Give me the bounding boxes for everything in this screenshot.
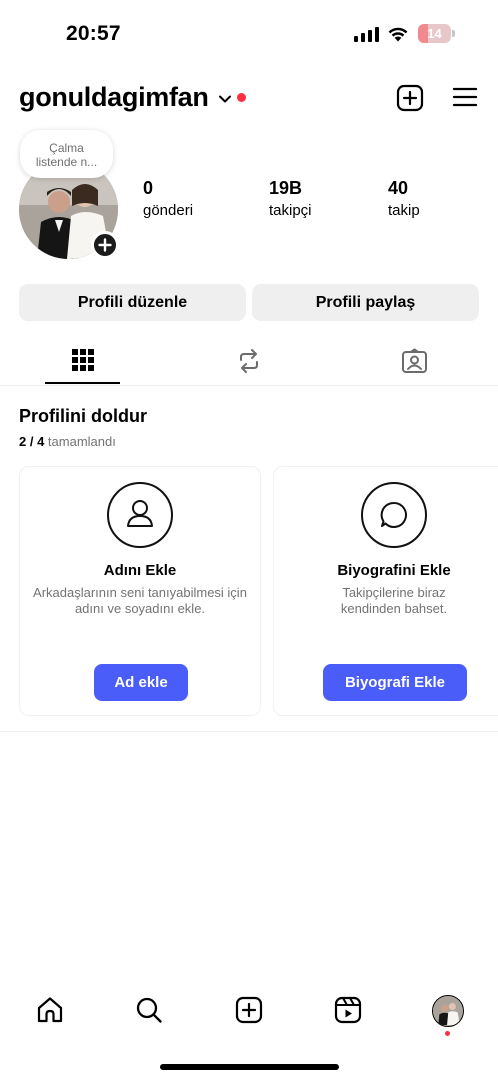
stat-following-label: takip (388, 202, 420, 219)
stat-following-value: 40 (388, 178, 409, 198)
stat-followers-label: takipçi (269, 202, 312, 219)
chevron-down-icon[interactable] (218, 94, 232, 104)
stat-posts[interactable]: 0 gönderi (143, 178, 193, 219)
avatar-photo (433, 996, 462, 1025)
share-profile-button[interactable]: Profili paylaş (252, 284, 479, 321)
progress-count: 2 / 4 (19, 434, 45, 449)
edit-profile-button[interactable]: Profili düzenle (19, 284, 246, 321)
create-icon[interactable] (234, 995, 264, 1025)
tab-reposts[interactable] (210, 343, 285, 383)
note-line-1: Çalma (49, 141, 84, 155)
status-time: 20:57 (66, 22, 121, 45)
grid-icon (72, 349, 94, 371)
add-story-button[interactable] (91, 231, 119, 259)
add-bio-button[interactable]: Biyografi Ekle (323, 664, 467, 701)
person-icon (107, 482, 173, 548)
battery-level: 14 (427, 26, 442, 41)
add-bio-description: Takipçilerine biraz kendinden bahset. (340, 585, 448, 616)
notification-dot (445, 1031, 450, 1036)
add-name-description: Arkadaşlarının seni tanıyabilmesi için a… (33, 585, 247, 616)
section-divider (0, 731, 498, 732)
menu-icon[interactable] (452, 85, 478, 109)
stat-following[interactable]: 40 takip (388, 178, 420, 219)
cellular-signal-icon (354, 27, 379, 42)
tab-divider (0, 385, 498, 386)
complete-profile-title: Profilini doldur (19, 406, 147, 426)
note-line-2: listende n... (35, 155, 98, 169)
add-bio-card: Biyografini Ekle Takipçilerine biraz ken… (273, 466, 498, 716)
progress-text: tamamlandı (47, 434, 116, 449)
add-name-title: Adını Ekle (103, 562, 177, 579)
reels-icon[interactable] (333, 995, 363, 1025)
tab-grid[interactable] (45, 343, 120, 383)
stat-followers-value: 19B (269, 178, 303, 198)
battery-charging-icon: 14 (418, 24, 455, 43)
add-name-card: Adını Ekle Arkadaşlarının seni tanıyabil… (19, 466, 261, 716)
profile-header: gonuldagimfan (0, 78, 498, 122)
speech-bubble-icon (361, 482, 427, 548)
stat-followers[interactable]: 19B takipçi (269, 178, 312, 219)
status-bar: 20:57 14 (0, 0, 498, 68)
notification-dot (237, 93, 246, 102)
tagged-icon (402, 348, 427, 373)
bottom-nav (0, 990, 498, 1040)
reposts-icon (240, 349, 258, 373)
stat-posts-label: gönderi (143, 202, 194, 219)
note-bubble[interactable]: Çalma listende n... (20, 130, 113, 178)
wifi-icon (388, 27, 408, 42)
add-bio-title: Biyografini Ekle (337, 562, 451, 579)
stat-posts-value: 0 (143, 178, 154, 198)
home-icon[interactable] (35, 995, 65, 1025)
home-indicator (160, 1064, 339, 1070)
username-switcher[interactable]: gonuldagimfan (19, 82, 209, 113)
plus-icon (98, 238, 112, 252)
add-name-button[interactable]: Ad ekle (94, 664, 188, 701)
tab-active-indicator (45, 382, 120, 384)
tab-tagged[interactable] (377, 343, 452, 383)
create-post-icon[interactable] (395, 83, 425, 113)
profile-avatar[interactable] (432, 995, 464, 1027)
complete-profile-progress: 2 / 4 tamamlandı (19, 434, 116, 449)
search-icon[interactable] (134, 995, 164, 1025)
